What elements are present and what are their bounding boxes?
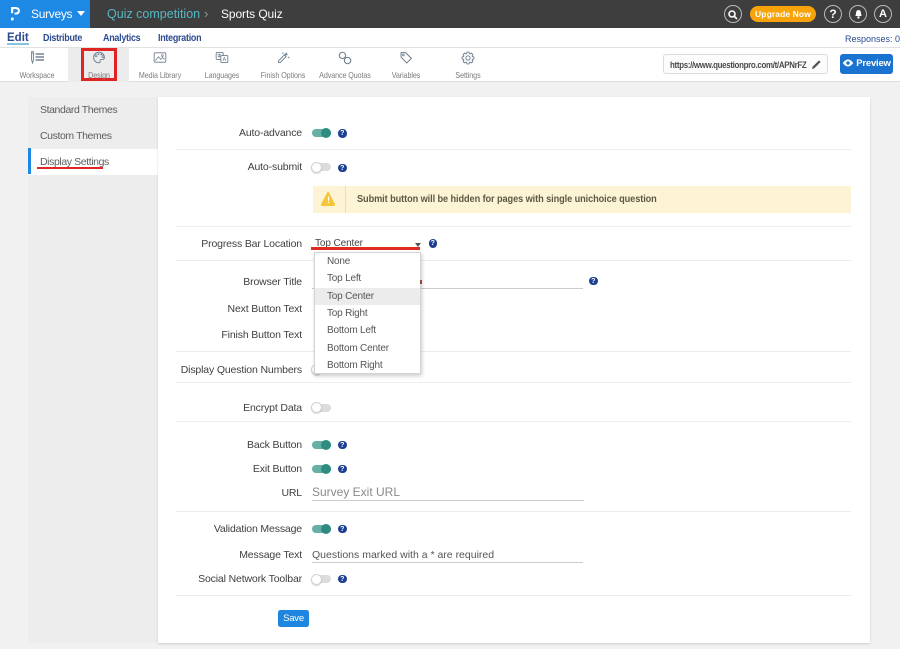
svg-text:A: A bbox=[222, 57, 226, 63]
